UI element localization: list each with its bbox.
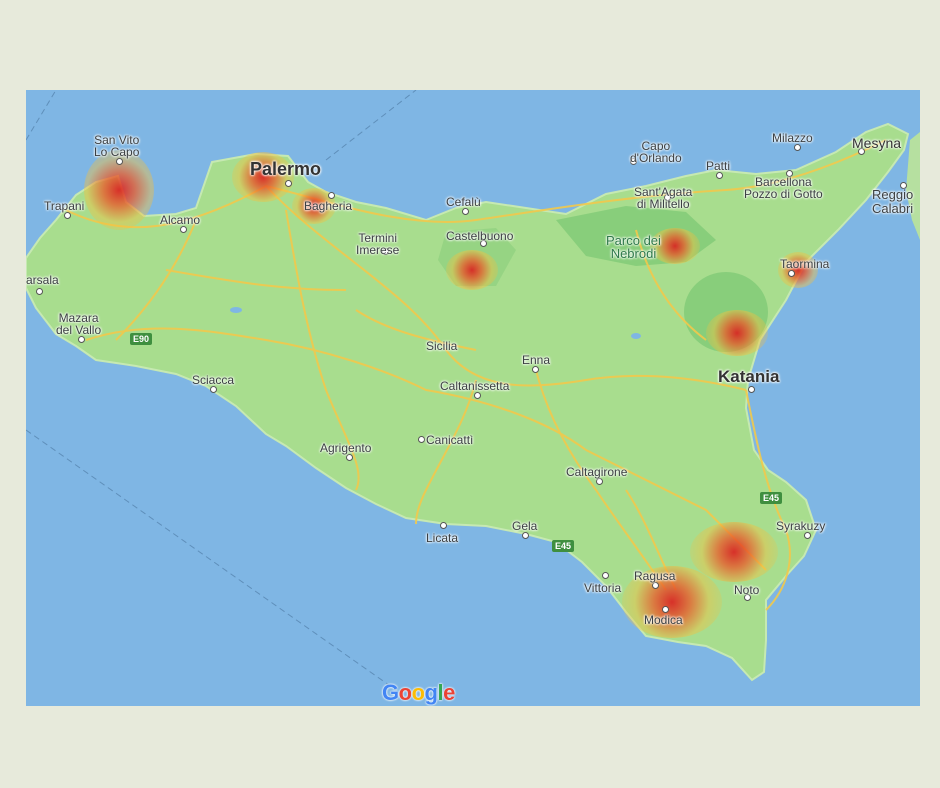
city-marker [418,436,425,443]
road-shield-e45: E45 [760,492,783,504]
label-palermo: Palermo [250,159,322,179]
label-agrigento: Agrigento [320,441,372,455]
city-marker [180,226,187,233]
city-marker [794,144,801,151]
label-gela: Gela [512,519,538,533]
city-marker [662,606,669,613]
city-marker [602,572,609,579]
city-marker [652,582,659,589]
label-trapani: Trapani [44,199,85,213]
label-mesyna: Mesyna [852,135,902,151]
city-marker [285,180,292,187]
label-licata: Licata [426,531,459,545]
label-castelbuono: Castelbuono [446,229,514,243]
lake [631,333,641,339]
heat-spot-castelbuono [446,250,498,290]
city-marker [440,522,447,529]
label-marsala: arsala [26,273,59,287]
city-marker [462,208,469,215]
label-caltanissetta: Caltanissetta [440,379,510,393]
label-canicatti: Canicattì [426,433,474,447]
city-marker [328,192,335,199]
label-sciacca: Sciacca [192,373,235,387]
heat-spot-etna [706,310,768,356]
label-noto: Noto [734,583,760,597]
city-marker [716,172,723,179]
label-enna: Enna [522,353,551,367]
city-marker [474,392,481,399]
city-marker [346,454,353,461]
label-taormina: Taormina [780,257,830,271]
label-alcamo: Alcamo [160,213,201,227]
label-mazara: Mazara del Vallo [56,311,102,337]
label-capo-orlando: Capo d'Orlando [630,139,682,165]
label-termini: Termini Imerese [356,231,400,257]
label-vittoria: Vittoria [584,581,622,595]
city-marker [210,386,217,393]
city-marker [748,386,755,393]
label-cefalu: Cefalù [446,195,481,209]
label-caltagirone: Caltagirone [566,465,628,479]
road-shield-e90: E90 [130,333,153,345]
label-sicilia: Sicilia [426,339,458,353]
city-marker [804,532,811,539]
label-patti: Patti [706,159,731,173]
label-ragusa: Ragusa [634,569,676,583]
label-barcellona: Barcellona Pozzo di Gotto [744,175,823,201]
road-shield-e45: E45 [552,540,575,552]
label-syrakuzy: Syrakuzy [776,519,826,533]
lake [230,307,242,313]
google-logo: Google [382,680,455,705]
label-reggio: Reggio Calabri [872,187,914,216]
city-marker [788,270,795,277]
city-marker [64,212,71,219]
city-marker [36,288,43,295]
label-modica: Modica [644,613,683,627]
map-view[interactable]: San Vito Lo Capo Trapani Alcamo Palermo … [26,90,920,706]
label-san-vito: San Vito Lo Capo [94,133,140,159]
label-bagheria: Bagheria [304,199,353,213]
city-marker [532,366,539,373]
label-katania: Katania [718,367,780,386]
label-sant-agata: Sant'Agata di Militello [634,185,693,211]
label-milazzo: Milazzo [772,131,813,145]
city-marker [522,532,529,539]
city-marker [78,336,85,343]
city-marker [116,158,123,165]
label-parco-nebrodi: Parco dei Nebrodi [606,233,661,261]
city-marker [596,478,603,485]
